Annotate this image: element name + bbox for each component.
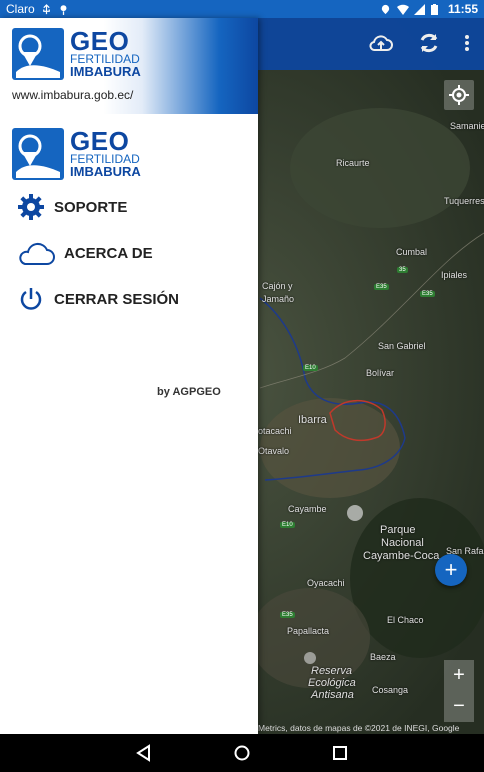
menu-item-cerrar-sesion[interactable]: CERRAR SESIÓN [16,284,179,314]
map-label-jamano: Jamaño [262,294,295,304]
byline: by AGPGEO [157,386,221,398]
map-label-ibarra: Ibarra [298,414,327,426]
sync-icon[interactable] [416,30,442,56]
road-shield: E35 [374,284,389,290]
map-label-ecologica: Ecológica [308,677,356,689]
map-label-bolivar: Bolívar [366,368,395,378]
menu-item-label: ACERCA DE [64,244,153,262]
add-button[interactable]: + [435,554,467,586]
recents-icon[interactable] [330,743,350,763]
status-bar: Claro 11:55 [0,0,484,18]
drawer-header: GEO FERTILIDAD IMBABURA www.imbabura.gob… [0,18,258,114]
navigation-drawer: GEO FERTILIDAD IMBABURA www.imbabura.gob… [0,18,258,734]
gps-icon [380,4,391,15]
map-label-cayambe-coca: Cayambe-Coca [363,550,440,562]
menu-item-acerca-de[interactable]: ACERCA DE [16,238,153,268]
map-label-cayambe: Cayambe [288,504,327,514]
road-shield: E35 [280,612,295,618]
map-label-parque: Parque [380,524,416,536]
map-label-otavalo: Otavalo [258,446,290,456]
logo-imbabura-text: IMBABURA [70,64,141,79]
logo-mark-icon [12,28,64,80]
home-icon[interactable] [232,743,252,763]
signal-icon [413,3,425,15]
wifi-icon [396,4,409,15]
logo-mark-icon [12,128,64,180]
usb-icon [41,3,52,15]
road-shield: 35 [397,267,408,273]
zoom-controls: + − [444,660,474,722]
header-url: www.imbabura.gob.ec/ [12,88,134,102]
map-label-el-chaco: El Chaco [387,615,424,625]
gear-icon [16,192,46,222]
road-shield: E35 [420,291,435,297]
map-label-ricaurte: Ricaurte [336,158,370,168]
menu-item-label: CERRAR SESIÓN [54,290,180,308]
cloud-icon [16,238,56,268]
cloud-upload-icon[interactable] [368,30,394,56]
map-label-tuquerres: Tuquerres [444,196,484,206]
map-label-baeza: Baeza [370,652,396,662]
drawer-logo: GEO FERTILIDAD IMBABURA [12,128,141,180]
carrier-label: Claro [6,2,35,16]
clock: 11:55 [447,2,478,16]
zoom-out-button[interactable]: − [444,691,474,722]
zoom-in-button[interactable]: + [444,660,474,691]
map-label-papallacta: Papallacta [287,626,330,636]
map-attribution: Metrics, datos de mapas de ©2021 de INEG… [258,723,460,733]
road-shield: E10 [303,365,318,371]
map-label-cumbal: Cumbal [396,247,428,257]
map-label-reserva: Reserva [311,665,352,677]
logo-imbabura-text: IMBABURA [70,164,141,179]
location-pin-icon [58,4,69,15]
menu-item-soporte[interactable]: SOPORTE [16,192,127,222]
map-label-samanie: Samanie [450,121,484,131]
logo-geo-text: GEO [70,26,130,56]
map-label-oyacachi: Oyacachi [307,578,345,588]
back-icon[interactable] [134,743,154,763]
map-label-ipiales: Ipiales [441,270,468,280]
crosshair-icon [449,85,469,105]
my-location-button[interactable] [444,80,474,110]
road-shield: E10 [280,522,295,528]
power-icon [16,284,46,314]
map-label-san-gabriel: San Gabriel [378,341,426,351]
menu-item-label: SOPORTE [54,198,128,216]
header-logo: GEO FERTILIDAD IMBABURA [12,28,141,80]
map-label-antisana: Antisana [311,689,354,701]
map-label-otacachi: otacachi [258,426,292,436]
map-label-cosanga: Cosanga [372,685,409,695]
logo-geo-text: GEO [70,126,130,156]
map-label-cajon: Cajón y [262,281,293,291]
map-label-nacional: Nacional [381,537,424,549]
battery-icon [430,3,442,15]
system-nav-bar [0,734,484,772]
overflow-menu-icon[interactable] [464,30,470,56]
